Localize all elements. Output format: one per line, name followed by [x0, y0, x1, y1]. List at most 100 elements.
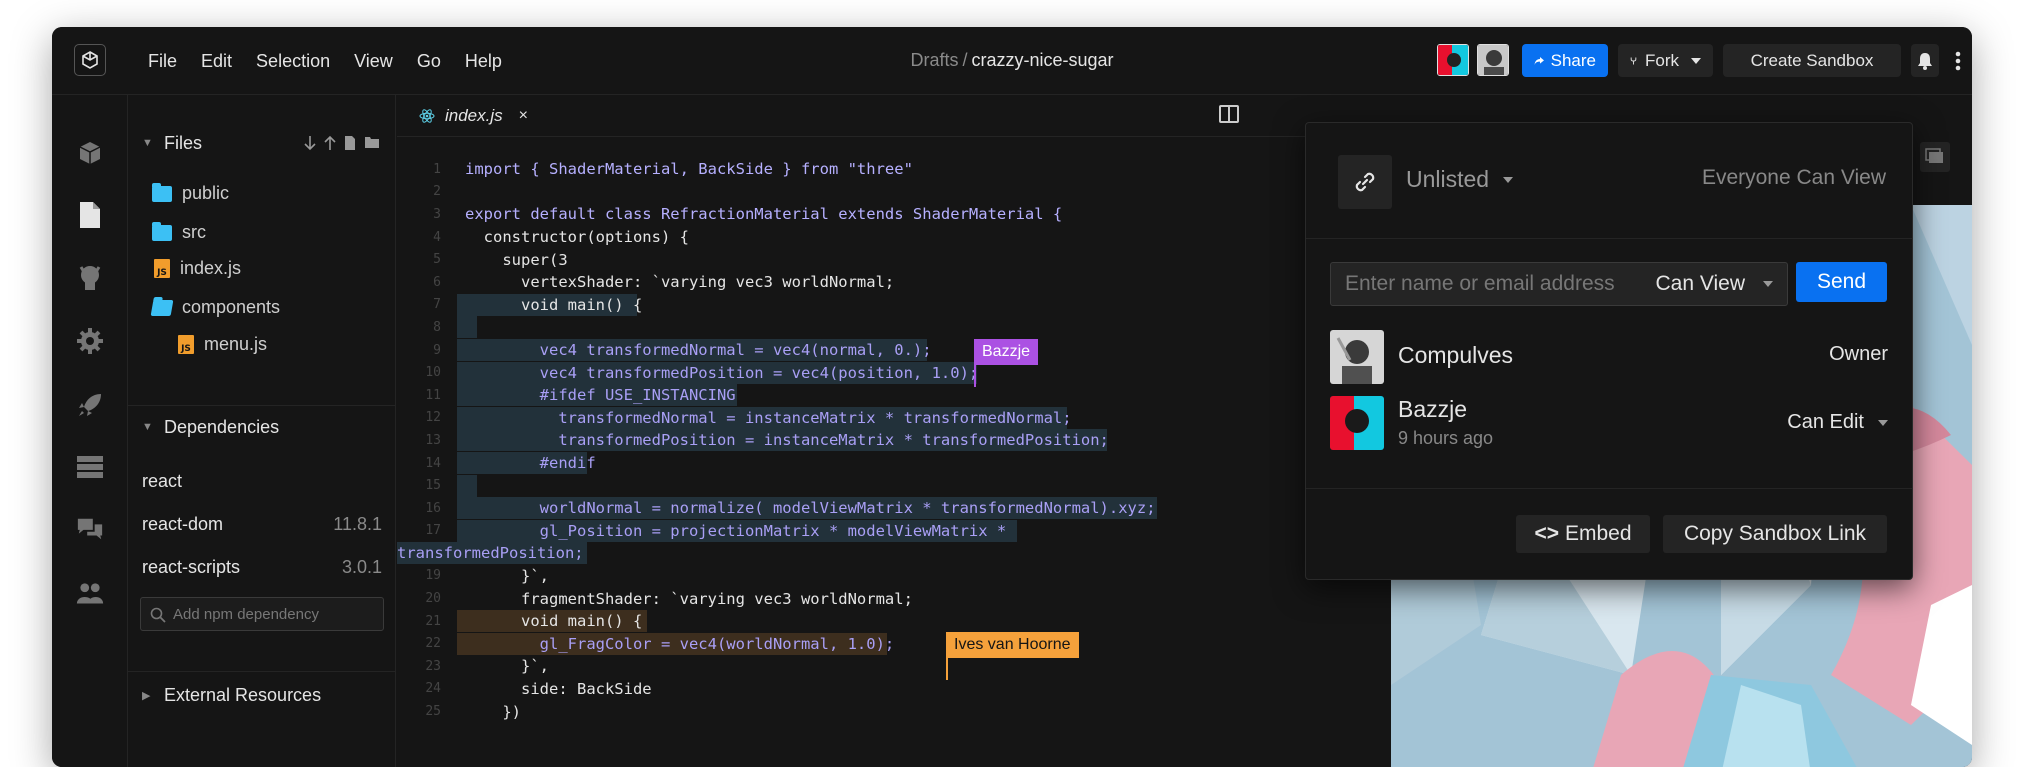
new-folder-icon[interactable]: [364, 135, 380, 149]
add-dependency-placeholder: Add npm dependency: [173, 605, 319, 623]
code-line[interactable]: 2: [397, 181, 1342, 204]
copy-sandbox-link-button[interactable]: Copy Sandbox Link: [1663, 515, 1887, 553]
code-line[interactable]: 3 export default class RefractionMaterial…: [397, 203, 1342, 226]
file-actions: [304, 135, 380, 151]
dependency-row[interactable]: react-scripts 3.0.1: [142, 557, 382, 578]
code-line[interactable]: 12 transformedNormal = instanceMatrix * …: [397, 406, 1342, 430]
collaborator-permission-dropdown[interactable]: Can Edit: [1787, 411, 1888, 434]
collaborators-icon[interactable]: [76, 579, 104, 607]
tree-item-src[interactable]: src: [152, 221, 206, 243]
js-file-icon: JS: [178, 335, 194, 354]
code-text: }): [465, 702, 521, 721]
code-line[interactable]: 21 void main() {: [397, 610, 1342, 633]
code-text: transformedNormal = instanceMatrix * tra…: [465, 408, 1072, 427]
line-number: 1: [433, 161, 441, 177]
avatar-bazzje[interactable]: [1437, 44, 1469, 76]
line-number: 2: [433, 184, 441, 200]
sandbox-info-cube-icon[interactable]: [76, 139, 104, 167]
code-line[interactable]: 20 fragmentShader: `varying vec3 worldNo…: [397, 587, 1342, 610]
code-line[interactable]: 10 vec4 transformedPosition = vec4(posit…: [397, 361, 1342, 384]
code-line[interactable]: 9 vec4 transformedNormal = vec4(normal, …: [397, 339, 1342, 362]
chevron-down-icon: [1763, 281, 1773, 287]
send-invite-button[interactable]: Send: [1796, 262, 1887, 302]
react-icon: [419, 109, 435, 123]
sandbox-name[interactable]: crazzy-nice-sugar: [971, 50, 1113, 70]
notifications-bell-icon[interactable]: [1911, 44, 1939, 77]
selection-highlight-bazzje: [457, 474, 477, 497]
live-chat-icon[interactable]: [76, 515, 104, 543]
invite-email-field[interactable]: Enter name or email address Can View: [1330, 262, 1788, 306]
settings-gear-icon[interactable]: [76, 327, 104, 355]
code-text: export default class RefractionMaterial …: [465, 205, 1063, 224]
open-new-window-icon[interactable]: [1920, 142, 1950, 172]
files-section-header[interactable]: ▼ Files: [128, 123, 396, 163]
avatar: [1330, 330, 1384, 384]
visibility-dropdown[interactable]: Unlisted: [1406, 166, 1514, 193]
share-button[interactable]: Share: [1522, 44, 1608, 77]
split-view-icon[interactable]: [1219, 105, 1239, 123]
tab-index-js[interactable]: index.js ×: [397, 95, 539, 137]
code-text: constructor(options) {: [465, 228, 689, 247]
add-dependency-input[interactable]: Add npm dependency: [140, 597, 384, 631]
code-line[interactable]: 13 transformedPosition = instanceMatrix …: [397, 429, 1342, 452]
more-options-icon[interactable]: [1946, 44, 1970, 77]
server-control-icon[interactable]: [76, 453, 104, 481]
tree-item-components[interactable]: components: [150, 297, 280, 318]
download-arrow-icon[interactable]: [304, 135, 316, 151]
code-line[interactable]: 6 vertexShader: `varying vec3 worldNorma…: [397, 271, 1342, 294]
code-line[interactable]: 15: [397, 474, 1342, 497]
files-title: Files: [164, 132, 203, 153]
tree-item-public[interactable]: public: [152, 182, 229, 204]
code-line[interactable]: 18transformedPosition;: [397, 542, 1342, 565]
js-file-icon: JS: [154, 259, 170, 278]
code-line[interactable]: 7 void main() {: [397, 293, 1342, 317]
code-line[interactable]: 4 constructor(options) {: [397, 226, 1342, 249]
editor-tab-bar: index.js ×: [397, 95, 1342, 137]
code-line[interactable]: 14 #endif: [397, 452, 1342, 475]
code-line[interactable]: 8: [397, 316, 1342, 339]
code-line[interactable]: 11 #ifdef USE_INSTANCING: [397, 384, 1342, 407]
dependency-row[interactable]: react: [142, 471, 382, 492]
code-line[interactable]: 23 }`,: [397, 655, 1342, 678]
code-line[interactable]: 5 super(3: [397, 248, 1342, 271]
code-text: gl_Position = projectionMatrix * modelVi…: [465, 521, 1007, 540]
code-line[interactable]: 16 worldNormal = normalize( modelViewMat…: [397, 497, 1342, 520]
collaborator-row-bazzje: Bazzje 9 hours ago Can Edit: [1330, 396, 1888, 452]
file-explorer-icon[interactable]: [76, 201, 104, 229]
fork-icon: [1630, 57, 1637, 64]
dependencies-section-header[interactable]: ▼ Dependencies: [128, 407, 396, 447]
code-text: vec4 transformedPosition = vec4(position…: [465, 363, 979, 382]
breadcrumb-folder[interactable]: Drafts: [910, 50, 958, 70]
upload-arrow-icon[interactable]: [324, 135, 336, 151]
deploy-rocket-icon[interactable]: [76, 391, 104, 419]
code-text: import { ShaderMaterial, BackSide } from…: [465, 160, 913, 179]
code-brackets-icon: <>: [1534, 522, 1559, 545]
invite-permission-dropdown[interactable]: Can View: [1656, 272, 1788, 296]
access-summary: Everyone Can View: [1701, 166, 1886, 189]
embed-button[interactable]: <> Embed: [1516, 515, 1650, 553]
tab-label: index.js: [445, 106, 503, 125]
github-icon[interactable]: [76, 263, 104, 291]
code-text: #endif: [465, 454, 596, 473]
tree-item-index-js[interactable]: JS index.js: [154, 258, 241, 279]
line-number: 15: [425, 478, 441, 494]
share-label: Share: [1550, 50, 1596, 70]
code-line[interactable]: 1 import { ShaderMaterial, BackSide } fro…: [397, 158, 1342, 181]
code-line[interactable]: 19 }`,: [397, 565, 1342, 588]
tree-item-menu-js[interactable]: JS menu.js: [178, 334, 267, 355]
code-line[interactable]: 22 gl_FragColor = vec4(worldNormal, 1.0)…: [397, 632, 1342, 655]
close-tab-icon[interactable]: ×: [519, 107, 528, 125]
dependency-row[interactable]: react-dom 11.8.1: [142, 514, 382, 535]
new-file-icon[interactable]: [344, 135, 356, 151]
external-resources-section-header[interactable]: ▶ External Resources: [128, 675, 396, 715]
collaborator-last-seen: 9 hours ago: [1398, 428, 1494, 448]
code-line[interactable]: 17 gl_Position = projectionMatrix * mode…: [397, 519, 1342, 543]
code-lines[interactable]: 1 import { ShaderMaterial, BackSide } fro…: [397, 158, 1342, 723]
code-line[interactable]: 24 side: BackSide: [397, 678, 1342, 701]
avatar-compulves[interactable]: [1477, 44, 1509, 76]
fork-button[interactable]: Fork: [1618, 44, 1713, 77]
create-sandbox-button[interactable]: Create Sandbox: [1723, 44, 1901, 77]
code-line[interactable]: 25 }): [397, 700, 1342, 723]
collaborator-name: Compulves: [1398, 342, 1514, 368]
invite-permission-label: Can View: [1655, 272, 1746, 295]
